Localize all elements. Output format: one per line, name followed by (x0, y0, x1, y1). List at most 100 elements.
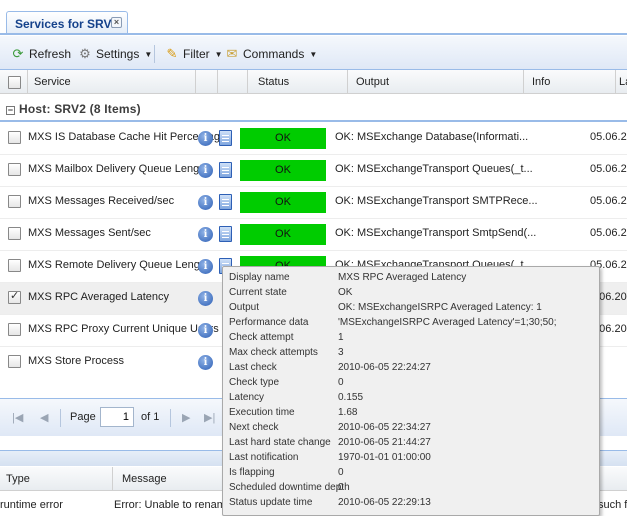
pencil-icon: ✎ (166, 46, 178, 61)
service-name: MXS Store Process (28, 355, 124, 367)
close-icon[interactable]: × (111, 17, 122, 28)
tooltip-value: 'MSExchangeISRPC Averaged Latency'=1;30;… (338, 317, 557, 328)
service-name: MXS Mailbox Delivery Queue Length (28, 163, 209, 175)
tooltip-value: 1 (338, 332, 344, 343)
first-page-icon[interactable]: |◀ (12, 411, 23, 424)
column-header-status[interactable]: Status (248, 70, 348, 94)
info-icon[interactable]: i (198, 291, 213, 306)
column-header-info[interactable]: Info (524, 70, 616, 94)
row-checkbox[interactable] (8, 227, 21, 240)
select-all-checkbox[interactable] (8, 76, 21, 89)
tooltip-value: OK: MSExchangeISRPC Averaged Latency: 1 (338, 302, 542, 313)
row-checkbox[interactable] (8, 163, 21, 176)
status-badge: OK (240, 128, 326, 149)
tooltip-label: Latency (229, 392, 265, 403)
service-name: MXS Messages Received/sec (28, 195, 175, 207)
row-checkbox[interactable] (8, 259, 21, 272)
tooltip-label: Last check (229, 362, 277, 373)
service-output: OK: MSExchangeTransport Queues(_t... (335, 163, 533, 175)
row-checkbox[interactable] (8, 195, 21, 208)
tab-services-srv2[interactable]: Services for SRV2 × (6, 11, 128, 34)
refresh-label: Refresh (29, 47, 72, 61)
tooltip-label: Max check attempts (229, 347, 318, 358)
page-label: Page (70, 411, 96, 423)
toolbar: ⟳ Refresh ⚙ Settings ▼ ✎ Filter ▼ ✉ Comm… (0, 36, 627, 70)
document-icon[interactable] (219, 130, 232, 146)
filter-button[interactable]: ✎ Filter ▼ (164, 45, 223, 63)
info-icon[interactable]: i (198, 323, 213, 338)
info-icon[interactable]: i (198, 355, 213, 370)
tooltip-label: Is flapping (229, 467, 275, 478)
info-icon[interactable]: i (198, 259, 213, 274)
group-row-host-srv2[interactable]: − Host: SRV2 (8 Items) (0, 96, 627, 122)
last-page-icon[interactable]: ▶| (204, 411, 215, 424)
refresh-button[interactable]: ⟳ Refresh (10, 45, 71, 63)
table-row[interactable]: MXS Mailbox Delivery Queue Length i OK O… (0, 155, 627, 187)
tooltip-label: Status update time (229, 497, 313, 508)
info-icon[interactable]: i (198, 195, 213, 210)
column-header-message[interactable]: Message (122, 473, 167, 485)
tooltip-value: 2010-06-05 22:34:27 (338, 422, 431, 433)
settings-label: Settings (96, 47, 140, 61)
column-header-last[interactable]: La (616, 70, 627, 94)
service-name: MXS IS Database Cache Hit Percentage (28, 131, 227, 143)
tooltip-label: Last hard state change (229, 437, 331, 448)
info-icon[interactable]: i (198, 163, 213, 178)
service-info: 05.06.20 (590, 163, 627, 175)
table-row[interactable]: MXS Messages Sent/sec i OK OK: MSExchang… (0, 219, 627, 251)
tooltip-value: 0.155 (338, 392, 364, 403)
tooltip-label: Display name (229, 272, 290, 283)
commands-icon: ✉ (226, 46, 238, 61)
tooltip-value: 1.68 (338, 407, 358, 418)
status-badge: OK (240, 224, 326, 245)
column-header-service[interactable]: Service (28, 70, 196, 94)
page-number-input[interactable] (100, 407, 134, 427)
status-badge: OK (240, 160, 326, 181)
commands-button[interactable]: ✉ Commands ▼ (224, 45, 318, 63)
tooltip-label: Performance data (229, 317, 309, 328)
table-row[interactable]: MXS IS Database Cache Hit Percentage i O… (0, 123, 627, 155)
row-checkbox[interactable] (8, 289, 21, 304)
service-output: OK: MSExchange Database(Informati... (335, 131, 529, 143)
column-divider (112, 467, 113, 491)
service-name: MXS RPC Averaged Latency (28, 291, 170, 303)
tooltip-value: 3 (338, 347, 344, 358)
tooltip-value: 1970-01-01 01:00:00 (338, 452, 431, 463)
document-icon[interactable] (219, 162, 232, 178)
log-message-tail: such fil (598, 499, 627, 511)
service-info: 05.06.20 (590, 227, 627, 239)
table-row[interactable]: MXS Messages Received/sec i OK OK: MSExc… (0, 187, 627, 219)
tooltip-label: Check attempt (229, 332, 294, 343)
tooltip-value: 2010-06-05 22:24:27 (338, 362, 431, 373)
settings-button[interactable]: ⚙ Settings ▼ (77, 45, 152, 63)
tooltip-value: 2010-06-05 22:29:13 (338, 497, 431, 508)
tooltip-label: Last notification (229, 452, 299, 463)
tooltip-value: MXS RPC Averaged Latency (338, 272, 467, 283)
column-header-output[interactable]: Output (348, 70, 524, 94)
pager-separator (60, 409, 61, 427)
column-header-blank (218, 70, 248, 94)
tooltip-label: Next check (229, 422, 279, 433)
select-all-cell (0, 70, 28, 94)
service-output: OK: MSExchangeTransport SMTPRece... (335, 195, 538, 207)
row-checkbox[interactable] (8, 323, 21, 336)
prev-page-icon[interactable]: ◀ (40, 411, 48, 424)
filter-label: Filter (183, 47, 210, 61)
collapse-icon[interactable]: − (6, 106, 15, 115)
tooltip-label: Current state (229, 287, 287, 298)
tooltip-label: Check type (229, 377, 280, 388)
column-header-type[interactable]: Type (6, 473, 30, 485)
commands-label: Commands (243, 47, 305, 61)
document-icon[interactable] (219, 226, 232, 242)
next-page-icon[interactable]: ▶ (182, 411, 190, 424)
tooltip-value: 0 (338, 467, 344, 478)
status-badge: OK (240, 192, 326, 213)
info-icon[interactable]: i (198, 131, 213, 146)
row-checkbox[interactable] (8, 355, 21, 368)
log-type: runtime error (0, 499, 63, 511)
document-icon[interactable] (219, 194, 232, 210)
row-checkbox[interactable] (8, 131, 21, 144)
tooltip-label: Output (229, 302, 260, 313)
info-icon[interactable]: i (198, 227, 213, 242)
service-name: MXS Messages Sent/sec (28, 227, 151, 239)
